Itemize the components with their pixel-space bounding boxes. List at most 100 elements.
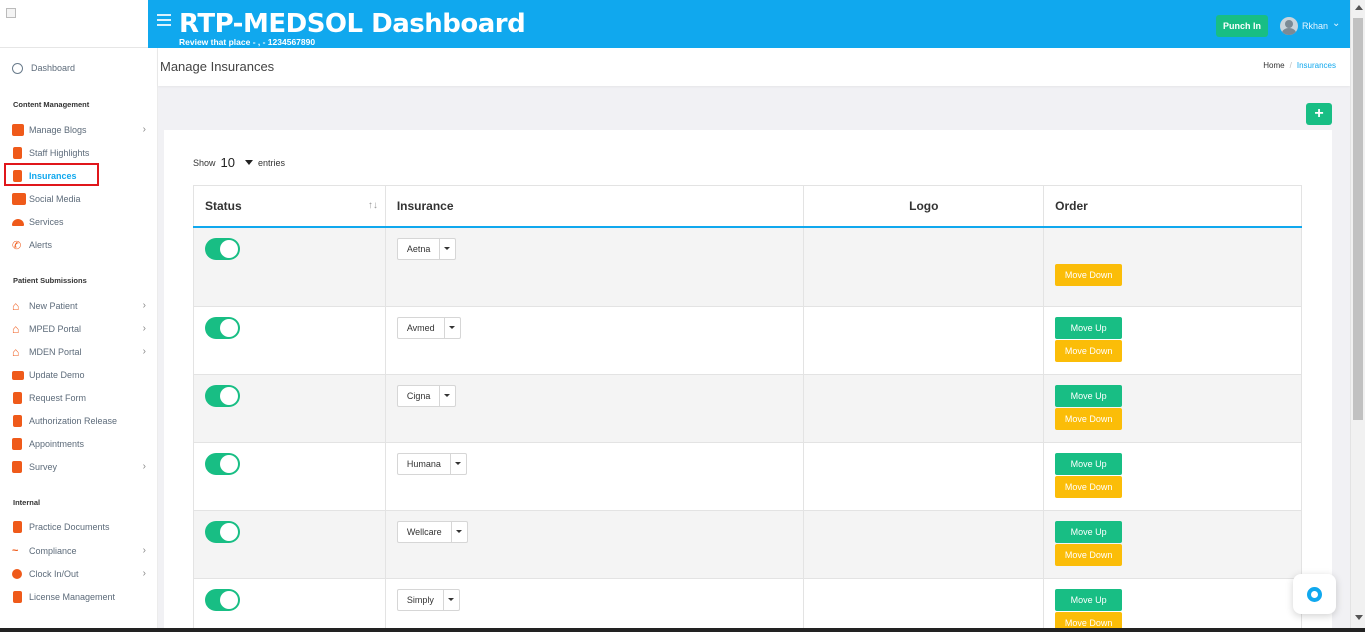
sidebar-item-authorization-release[interactable]: Authorization Release [12,413,150,429]
move-up-button[interactable]: Move Up [1055,589,1123,611]
sidebar-item-compliance[interactable]: ~ Compliance › [12,543,150,559]
move-up-button[interactable]: Move Up [1055,385,1123,407]
chevron-right-icon: › [142,545,146,556]
sidebar-item-manage-blogs[interactable]: Manage Blogs › [12,122,150,138]
breadcrumb-separator: / [1289,61,1292,70]
insurance-name[interactable]: Simply [398,590,444,610]
sidebar-item-dashboard[interactable]: Dashboard [12,60,150,76]
id-card-icon [12,370,24,380]
column-header-order: Order [1043,185,1302,228]
lifebuoy-icon [1307,587,1322,602]
status-cell [193,578,386,632]
sidebar-item-services[interactable]: Services [12,214,150,230]
move-up-button[interactable]: Move Up [1055,453,1123,475]
insurance-name[interactable]: Cigna [398,386,441,406]
table-row: Wellcare Move Up Move Down [193,510,1302,579]
sidebar-item-alerts[interactable]: ✆ Alerts [12,237,150,253]
sidebar-item-license-management[interactable]: License Management [12,589,150,605]
status-cell [193,226,386,307]
share-icon [12,193,26,205]
status-toggle[interactable] [205,385,240,407]
insurance-name[interactable]: Wellcare [398,522,452,542]
sidebar-item-update-demo[interactable]: Update Demo [12,367,150,383]
status-toggle[interactable] [205,521,240,543]
move-down-button[interactable]: Move Down [1055,544,1123,566]
status-toggle[interactable] [205,237,240,260]
sidebar: Dashboard Content Management Manage Blog… [0,48,158,628]
hamburger-menu-icon[interactable] [157,14,171,26]
sidebar-item-label: MPED Portal [29,324,82,334]
move-up-button[interactable]: Move Up [1055,521,1123,543]
caret-down-icon[interactable] [444,590,459,610]
insurance-name[interactable]: Humana [398,454,451,474]
insurance-name[interactable]: Aetna [398,238,441,259]
insurance-dropdown[interactable]: Humana [396,453,467,475]
sidebar-item-request-form[interactable]: Request Form [12,390,150,406]
insurance-cell: Simply [385,578,805,632]
status-toggle[interactable] [205,317,240,339]
sort-icon[interactable]: ↑↓ [368,200,378,211]
caret-down-icon[interactable] [452,522,467,542]
home-icon: ⌂ [12,299,20,313]
logo-cell [803,374,1045,443]
caret-down-icon[interactable] [440,386,455,406]
move-down-button[interactable]: Move Down [1055,476,1123,498]
sidebar-item-appointments[interactable]: Appointments [12,436,150,452]
status-toggle[interactable] [205,589,240,611]
punch-in-button[interactable]: Punch In [1216,15,1268,37]
entries-label: entries [257,157,285,168]
status-cell [193,510,386,579]
insurance-dropdown[interactable]: Avmed [396,317,461,339]
sidebar-item-survey[interactable]: Survey › [12,459,150,475]
move-down-button[interactable]: Move Down [1055,263,1123,286]
move-up-button[interactable]: Move Up [1055,317,1123,339]
add-insurance-button[interactable]: + [1306,103,1332,125]
clipboard-icon [13,591,22,603]
insurance-dropdown[interactable]: Cigna [396,385,457,407]
insurance-dropdown[interactable]: Wellcare [396,521,468,543]
sidebar-item-mped-portal[interactable]: ⌂ MPED Portal › [12,321,150,337]
insurances-card: Show 10 entries Status ↑↓ Insurance Logo… [164,130,1332,632]
breadcrumb-current[interactable]: Insurances [1297,61,1336,70]
chevron-right-icon: › [142,461,146,472]
user-name: Rkhan [1302,21,1329,31]
scrollbar-thumb[interactable] [1353,18,1363,420]
avatar [1280,17,1298,35]
order-cell: Move Down [1043,226,1302,307]
sidebar-item-label: Survey [29,462,58,472]
scroll-up-arrow-icon[interactable] [1355,5,1363,10]
insurance-dropdown[interactable]: Simply [396,589,460,611]
sidebar-item-label: Manage Blogs [29,125,87,135]
sidebar-item-practice-documents[interactable]: Practice Documents [12,519,150,535]
insurance-cell: Avmed [385,306,805,375]
insurance-cell: Aetna [385,226,805,307]
rss-icon [12,124,24,136]
logo-area[interactable] [0,0,148,48]
logo-cell [803,306,1045,375]
caret-down-icon[interactable] [445,318,460,338]
column-header-insurance: Insurance [385,185,805,228]
status-toggle[interactable] [205,453,240,475]
user-menu[interactable]: Rkhan ⌄ [1280,15,1340,37]
caret-down-icon[interactable] [451,454,466,474]
breadcrumb-home[interactable]: Home [1263,61,1284,70]
sidebar-item-clock-in-out[interactable]: Clock In/Out › [12,566,150,582]
table-row: Aetna Move Down [193,226,1302,307]
sidebar-item-label: MDEN Portal [29,347,82,357]
sidebar-item-new-patient[interactable]: ⌂ New Patient › [12,298,150,314]
sidebar-item-social-media[interactable]: Social Media [12,191,150,207]
insurance-dropdown[interactable]: Aetna [396,237,457,260]
move-down-button[interactable]: Move Down [1055,408,1123,430]
move-down-button[interactable]: Move Down [1055,340,1123,362]
column-header-status[interactable]: Status ↑↓ [193,185,386,228]
entries-value: 10 [220,155,235,170]
sidebar-item-mden-portal[interactable]: ⌂ MDEN Portal › [12,344,150,360]
insurance-name[interactable]: Avmed [398,318,445,338]
page-scrollbar[interactable] [1350,0,1365,632]
caret-down-icon[interactable] [440,239,455,259]
entries-select[interactable]: 10 [221,155,253,170]
scroll-down-arrow-icon[interactable] [1355,615,1363,620]
sidebar-item-label: Request Form [29,393,87,403]
sidebar-item-staff-highlights[interactable]: Staff Highlights [12,145,150,161]
help-widget-button[interactable] [1293,574,1336,614]
